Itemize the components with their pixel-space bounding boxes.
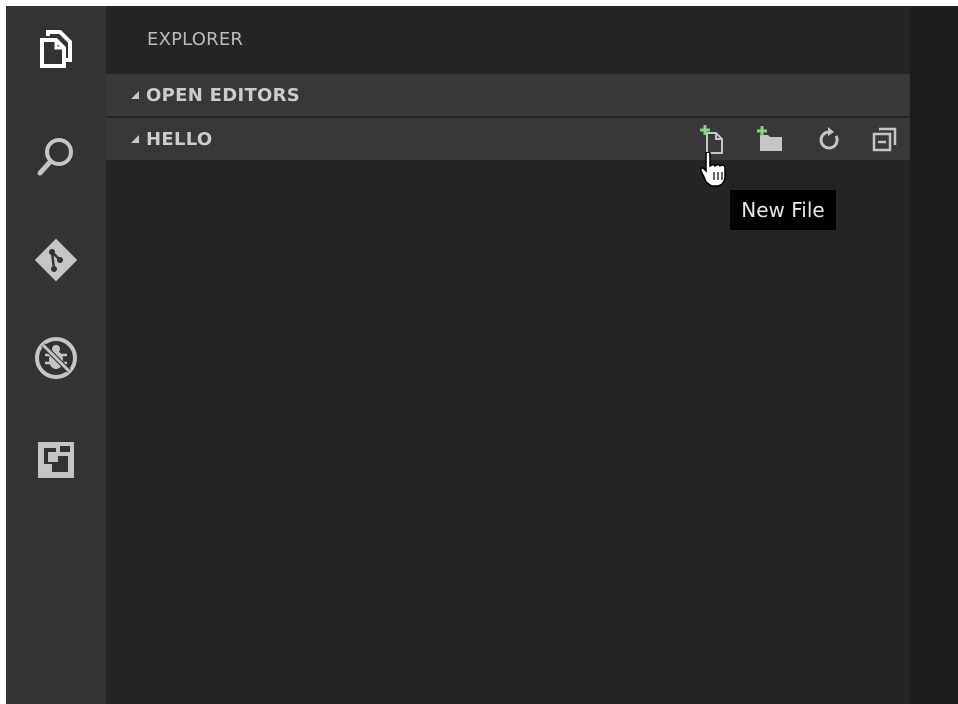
files-icon [40,30,72,68]
hand-cursor-icon [700,152,726,187]
section-label: HELLO [146,128,213,150]
collapse-all-icon [872,127,897,152]
explorer-sidebar: EXPLORER OPEN EDITORS HELLO [106,6,910,704]
new-folder-button[interactable] [754,123,786,155]
search-icon [37,138,73,176]
section-open-editors[interactable]: OPEN EDITORS [106,74,910,116]
chevron-down-icon [106,134,146,144]
section-label: OPEN EDITORS [146,84,301,106]
activity-explorer[interactable] [6,16,106,80]
new-folder-icon [757,126,782,151]
activity-git[interactable] [6,228,106,292]
refresh-icon [819,127,839,150]
new-file-icon [700,125,723,154]
debug-icon [35,337,77,379]
new-file-button[interactable] [696,123,728,155]
git-icon [34,238,78,282]
vscode-window: EXPLORER OPEN EDITORS HELLO New File [6,6,958,704]
activity-extensions[interactable] [6,428,106,492]
editor-area [910,6,958,704]
refresh-button[interactable] [814,123,846,155]
tooltip: New File [730,190,836,230]
sidebar-title: EXPLORER [147,29,244,50]
extensions-icon [38,442,74,478]
section-hello[interactable]: HELLO [106,118,910,160]
activity-search[interactable] [6,124,106,188]
activity-debug[interactable] [6,326,106,390]
collapse-all-button[interactable] [868,123,900,155]
chevron-down-icon [106,90,146,100]
activity-bar [6,6,106,704]
